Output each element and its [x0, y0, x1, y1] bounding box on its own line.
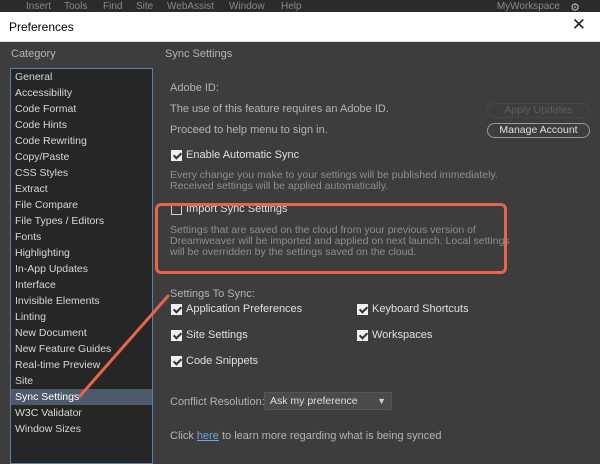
workspace-switcher[interactable]: MyWorkspace [497, 1, 560, 12]
keyboard-shortcuts-label: Keyboard Shortcuts [372, 303, 469, 315]
code-snippets-checkbox[interactable] [171, 355, 182, 367]
site-settings-label: Site Settings [186, 329, 248, 341]
preferences-dialog: Preferences ✕ Category General Accessibil… [0, 12, 600, 464]
category-item-new-document[interactable]: New Document [11, 325, 152, 341]
category-label: Category [11, 48, 56, 60]
category-item-code-format[interactable]: Code Format [11, 101, 152, 117]
dialog-title: Preferences [9, 20, 74, 34]
conflict-resolution-select[interactable]: Ask my preference ▼ [264, 392, 392, 410]
enable-auto-sync-checkbox[interactable] [171, 149, 182, 161]
background-menubar: Insert Tools Find Site WebAssist Window … [0, 0, 600, 12]
proceed-sign-in-text: Proceed to help menu to sign in. [170, 124, 328, 136]
conflict-resolution-label: Conflict Resolution: [170, 396, 265, 408]
category-item-in-app-updates[interactable]: In-App Updates [11, 261, 152, 277]
conflict-resolution-value: Ask my preference [270, 395, 358, 407]
category-item-sync-settings[interactable]: Sync Settings [11, 389, 152, 405]
category-item-invisible-elements[interactable]: Invisible Elements [11, 293, 152, 309]
learn-more-prefix: Click [170, 430, 194, 442]
app-prefs-row[interactable]: Application Preferences [171, 303, 302, 315]
site-settings-row[interactable]: Site Settings [171, 329, 248, 341]
workspaces-label: Workspaces [372, 329, 433, 341]
category-item-css-styles[interactable]: CSS Styles [11, 165, 152, 181]
category-item-copy-paste[interactable]: Copy/Paste [11, 149, 152, 165]
learn-more-link[interactable]: here [197, 430, 219, 442]
menu-site[interactable]: Site [136, 1, 153, 12]
menu-find[interactable]: Find [103, 1, 122, 12]
chevron-down-icon: ▼ [377, 396, 386, 406]
category-item-highlighting[interactable]: Highlighting [11, 245, 152, 261]
category-item-new-feature-guides[interactable]: New Feature Guides [11, 341, 152, 357]
category-list: General Accessibility Code Format Code Hint… [10, 68, 153, 464]
menu-insert[interactable]: Insert [26, 1, 51, 12]
learn-more-text: Click here to learn more regarding what … [170, 430, 442, 442]
app-prefs-label: Application Preferences [186, 303, 303, 315]
category-item-file-compare[interactable]: File Compare [11, 197, 152, 213]
category-item-file-types-editors[interactable]: File Types / Editors [11, 213, 152, 229]
category-item-w3c-validator[interactable]: W3C Validator [11, 405, 152, 421]
workspaces-checkbox[interactable] [357, 329, 368, 341]
requires-adobe-id-text: The use of this feature requires an Adob… [170, 103, 389, 115]
keyboard-shortcuts-row[interactable]: Keyboard Shortcuts [357, 303, 469, 315]
category-item-accessibility[interactable]: Accessibility [11, 85, 152, 101]
menu-tools[interactable]: Tools [64, 1, 87, 12]
enable-auto-sync-label: Enable Automatic Sync [186, 149, 300, 161]
section-title: Sync Settings [165, 48, 233, 60]
category-item-extract[interactable]: Extract [11, 181, 152, 197]
apply-updates-button[interactable]: Apply Updates [487, 103, 590, 118]
app-prefs-checkbox[interactable] [171, 303, 182, 315]
workspaces-row[interactable]: Workspaces [357, 329, 432, 341]
menu-help[interactable]: Help [281, 1, 302, 12]
site-settings-checkbox[interactable] [171, 329, 182, 341]
category-item-real-time-preview[interactable]: Real-time Preview [11, 357, 152, 373]
menu-webassist[interactable]: WebAssist [167, 1, 214, 12]
code-snippets-row[interactable]: Code Snippets [171, 355, 258, 367]
menu-window[interactable]: Window [229, 1, 265, 12]
adobe-id-label: Adobe ID: [170, 82, 219, 94]
category-item-linting[interactable]: Linting [11, 309, 152, 325]
gear-icon[interactable]: ⚙ [570, 1, 580, 12]
category-item-window-sizes[interactable]: Window Sizes [11, 421, 152, 437]
learn-more-suffix: to learn more regarding what is being sy… [222, 430, 442, 442]
category-item-interface[interactable]: Interface [11, 277, 152, 293]
manage-account-button[interactable]: Manage Account [487, 123, 590, 138]
category-item-code-rewriting[interactable]: Code Rewriting [11, 133, 152, 149]
keyboard-shortcuts-checkbox[interactable] [357, 303, 368, 315]
code-snippets-label: Code Snippets [186, 355, 259, 367]
auto-sync-desc-2: Received settings will be applied automa… [170, 180, 389, 192]
category-item-site[interactable]: Site [11, 373, 152, 389]
settings-to-sync-label: Settings To Sync: [170, 288, 255, 300]
import-sync-highlight [155, 203, 507, 274]
category-item-general[interactable]: General [11, 69, 152, 85]
enable-auto-sync-row[interactable]: Enable Automatic Sync [171, 149, 299, 161]
category-item-fonts[interactable]: Fonts [11, 229, 152, 245]
category-item-code-hints[interactable]: Code Hints [11, 117, 152, 133]
